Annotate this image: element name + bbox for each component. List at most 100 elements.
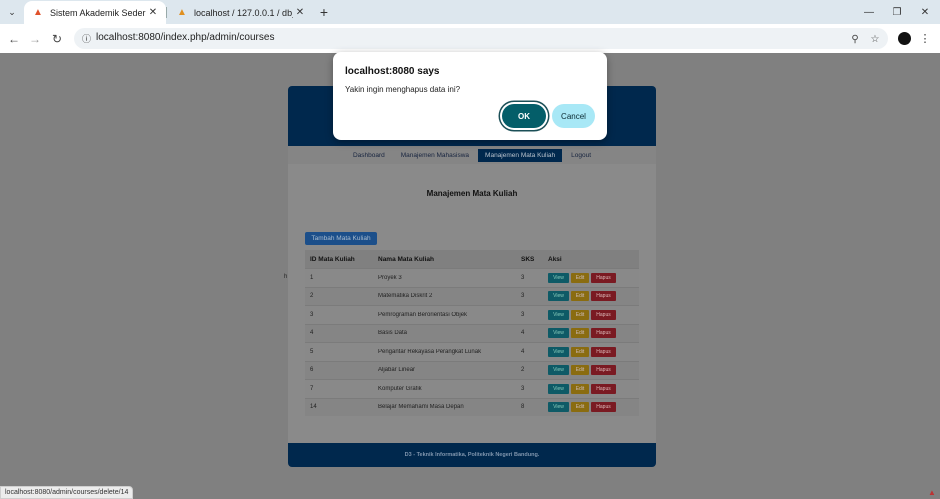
- nav-logout[interactable]: Logout: [564, 149, 598, 162]
- cell-id: 7: [310, 385, 314, 392]
- tab-inactive[interactable]: ▲ localhost / 127.0.0.1 / db_akademik ✕: [168, 1, 313, 24]
- table-row: 2 Matematika Diskrit 2 3 View Edit Hapus: [305, 286, 639, 305]
- main-nav: Dashboard Manajemen Mahasiswa Manajemen …: [288, 146, 656, 164]
- close-tab-icon[interactable]: ✕: [146, 6, 160, 20]
- cell-sks: 3: [521, 311, 525, 318]
- delete-button[interactable]: Hapus: [591, 291, 616, 302]
- app-corner-icon: ▲: [928, 488, 936, 497]
- reload-icon[interactable]: ↻: [48, 30, 66, 48]
- zoom-icon[interactable]: ⚲: [848, 32, 862, 46]
- cell-name: Proyek 3: [378, 274, 402, 281]
- forward-icon[interactable]: →: [26, 30, 44, 48]
- app-favicon-icon: ▲: [33, 7, 43, 18]
- view-button[interactable]: View: [548, 291, 569, 302]
- table-row: 7 Komputer Grafik 3 View Edit Hapus: [305, 379, 639, 398]
- edit-button[interactable]: Edit: [571, 346, 589, 357]
- address-url: localhost:8080/index.php/admin/courses: [96, 32, 275, 43]
- new-tab-icon[interactable]: +: [316, 4, 332, 20]
- view-button[interactable]: View: [548, 383, 569, 394]
- page-footer: D3 - Teknik Informatika, Politeknik Nege…: [288, 443, 656, 467]
- cell-actions: View Edit Hapus: [543, 272, 639, 283]
- delete-button[interactable]: Hapus: [591, 272, 616, 283]
- menu-kebab-icon[interactable]: ⋮: [918, 30, 932, 46]
- nav-manajemen-mahasiswa[interactable]: Manajemen Mahasiswa: [394, 149, 476, 162]
- bookmark-star-icon[interactable]: ☆: [868, 32, 882, 46]
- delete-button[interactable]: Hapus: [591, 402, 616, 413]
- view-button[interactable]: View: [548, 328, 569, 339]
- window-close-icon[interactable]: ✕: [914, 2, 936, 22]
- site-info-icon[interactable]: ⓘ: [79, 31, 94, 46]
- view-button[interactable]: View: [548, 346, 569, 357]
- tab-strip: ⌄ ▲ Sistem Akademik Sederhana ✕ ▲ localh…: [0, 0, 940, 24]
- cell-sks: 2: [521, 367, 525, 374]
- view-button[interactable]: View: [548, 309, 569, 320]
- cell-actions: View Edit Hapus: [543, 365, 639, 376]
- back-icon[interactable]: ←: [5, 30, 23, 48]
- status-url: localhost:8080/admin/courses/delete/14: [0, 486, 134, 499]
- cell-id: 3: [310, 311, 314, 318]
- delete-button[interactable]: Hapus: [591, 365, 616, 376]
- cell-id: 5: [310, 348, 314, 355]
- view-button[interactable]: View: [548, 365, 569, 376]
- cell-name: Basis Data: [378, 330, 408, 337]
- header-name: Nama Mata Kuliah: [378, 255, 434, 263]
- cell-sks: 8: [521, 404, 525, 411]
- view-button[interactable]: View: [548, 402, 569, 413]
- minimize-icon[interactable]: —: [858, 2, 880, 22]
- cell-actions: View Edit Hapus: [543, 291, 639, 302]
- edit-button[interactable]: Edit: [571, 272, 589, 283]
- cell-sks: 3: [521, 293, 525, 300]
- cell-sks: 3: [521, 274, 525, 281]
- header-sks: SKS: [521, 255, 535, 263]
- profile-avatar-icon[interactable]: [898, 32, 911, 45]
- dialog-message: Yakin ingin menghapus data ini?: [345, 85, 461, 94]
- delete-button[interactable]: Hapus: [591, 346, 616, 357]
- delete-button[interactable]: Hapus: [591, 328, 616, 339]
- cancel-button[interactable]: Cancel: [552, 104, 595, 128]
- delete-button[interactable]: Hapus: [591, 383, 616, 394]
- table-header: ID Mata Kuliah Nama Mata Kuliah SKS Aksi: [305, 250, 639, 268]
- phpmyadmin-favicon-icon: ▲: [177, 7, 187, 18]
- cell-actions: View Edit Hapus: [543, 328, 639, 339]
- courses-table: ID Mata Kuliah Nama Mata Kuliah SKS Aksi…: [305, 250, 639, 416]
- cell-sks: 4: [521, 348, 525, 355]
- cell-sks: 4: [521, 330, 525, 337]
- tab-separator: [166, 7, 167, 18]
- edit-button[interactable]: Edit: [571, 365, 589, 376]
- cell-actions: View Edit Hapus: [543, 309, 639, 320]
- ok-button[interactable]: OK: [502, 104, 546, 128]
- header-id: ID Mata Kuliah: [310, 255, 355, 263]
- tab-title: Sistem Akademik Sederhana: [50, 7, 146, 18]
- cell-name: Aljabar Linear: [378, 367, 416, 374]
- table-row: 4 Basis Data 4 View Edit Hapus: [305, 323, 639, 342]
- cell-sks: 3: [521, 385, 525, 392]
- cell-name: Pemrograman Berorientasi Objek: [378, 311, 468, 318]
- restore-icon[interactable]: ❐: [886, 2, 908, 22]
- edit-button[interactable]: Edit: [571, 309, 589, 320]
- edit-button[interactable]: Edit: [571, 402, 589, 413]
- cell-actions: View Edit Hapus: [543, 402, 639, 413]
- view-button[interactable]: View: [548, 272, 569, 283]
- page-title: Manajemen Mata Kuliah: [426, 189, 518, 198]
- edit-button[interactable]: Edit: [571, 383, 589, 394]
- tab-active[interactable]: ▲ Sistem Akademik Sederhana ✕: [24, 1, 166, 24]
- table-row: 1 Proyek 3 3 View Edit Hapus: [305, 268, 639, 287]
- close-tab-icon[interactable]: ✕: [293, 6, 307, 20]
- dialog-origin: localhost:8080 says: [345, 66, 440, 77]
- cell-name: Komputer Grafik: [378, 385, 422, 392]
- tab-search-icon[interactable]: ⌄: [4, 4, 20, 20]
- add-course-button[interactable]: Tambah Mata Kuliah: [305, 232, 377, 245]
- nav-manajemen-mata-kuliah[interactable]: Manajemen Mata Kuliah: [478, 148, 563, 162]
- address-bar[interactable]: ⓘ localhost:8080/index.php/admin/courses…: [74, 28, 888, 49]
- table-row: 5 Pengantar Rekayasa Perangkat Lunak 4 View…: [305, 342, 639, 361]
- nav-dashboard[interactable]: Dashboard: [346, 149, 392, 162]
- delete-button[interactable]: Hapus: [591, 309, 616, 320]
- confirm-dialog: localhost:8080 says Yakin ingin menghapu…: [333, 52, 607, 140]
- page-card: Dashboard Manajemen Mahasiswa Manajemen …: [288, 86, 656, 467]
- table-row: 14 Belajar Memahami Masa Depan 8 View Edit Ha…: [305, 397, 639, 416]
- table-row: 3 Pemrograman Berorientasi Objek 3 View Edit…: [305, 305, 639, 324]
- cell-id: 2: [310, 293, 314, 300]
- edit-button[interactable]: Edit: [571, 291, 589, 302]
- edit-button[interactable]: Edit: [571, 328, 589, 339]
- table-body: 1 Proyek 3 3 View Edit Hapus 2 Matematika Diskr…: [305, 268, 639, 416]
